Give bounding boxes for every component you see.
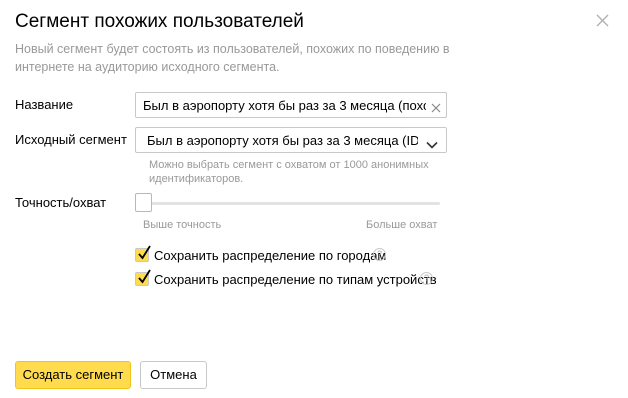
help-icon[interactable]: ? xyxy=(420,272,433,285)
help-icon[interactable]: ? xyxy=(373,248,386,261)
dialog-description: Новый сегмент будет состоять из пользова… xyxy=(15,42,450,74)
slider-max-label: Больше охват xyxy=(366,219,438,231)
option-device-types[interactable]: Сохранить распределение по типам устройс… xyxy=(135,269,437,290)
create-segment-button[interactable]: Создать сегмент xyxy=(15,361,131,389)
similar-users-segment-dialog: Сегмент похожих пользователей Новый сегм… xyxy=(0,0,628,398)
accuracy-slider[interactable] xyxy=(135,193,440,213)
close-icon[interactable] xyxy=(595,13,610,28)
cancel-button[interactable]: Отмена xyxy=(140,361,207,389)
cities-checkbox[interactable] xyxy=(135,245,151,262)
chevron-down-icon[interactable] xyxy=(426,136,438,149)
source-segment-hint: Можно выбрать сегмент с охватом от 1000 … xyxy=(149,159,429,185)
slider-track[interactable] xyxy=(135,202,440,205)
dialog-title: Сегмент похожих пользователей xyxy=(15,11,304,32)
device-types-checkbox[interactable] xyxy=(135,269,151,286)
device-types-checkbox-label[interactable]: Сохранить распределение по типам устройс… xyxy=(154,272,437,287)
accuracy-label: Точность/охват xyxy=(15,195,107,210)
checkmark-icon xyxy=(138,269,151,284)
name-label: Название xyxy=(15,97,74,112)
option-cities[interactable]: Сохранить распределение по городам ? xyxy=(135,245,395,266)
source-segment-label: Исходный сегмент xyxy=(15,132,127,147)
source-segment-value: Был в аэропорту хотя бы раз за 3 месяца … xyxy=(147,133,418,148)
segment-name-value[interactable]: Был в аэропорту хотя бы раз за 3 месяца … xyxy=(143,98,426,114)
slider-thumb[interactable] xyxy=(135,193,152,212)
checkmark-icon xyxy=(138,245,151,260)
slider-min-label: Выше точность xyxy=(143,219,222,231)
cities-checkbox-label[interactable]: Сохранить распределение по городам xyxy=(154,248,386,263)
source-segment-select[interactable]: Был в аэропорту хотя бы раз за 3 месяца … xyxy=(135,127,447,153)
segment-name-input[interactable]: Был в аэропорту хотя бы раз за 3 месяца … xyxy=(135,92,447,118)
clear-icon[interactable] xyxy=(431,100,441,113)
